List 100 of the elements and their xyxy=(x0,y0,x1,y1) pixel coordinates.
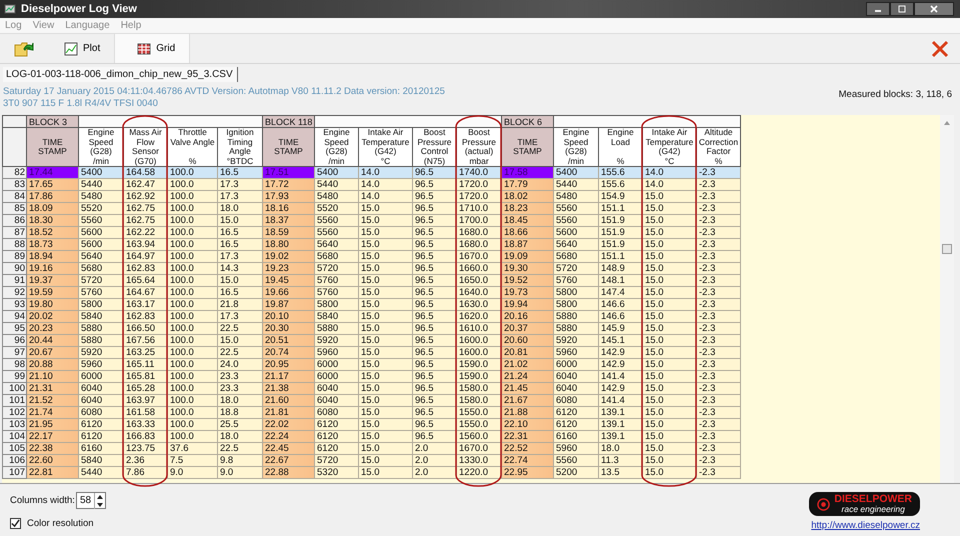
table-cell: 22.74 xyxy=(502,454,554,466)
column-header: Throttle Valve Angle % xyxy=(168,128,218,166)
table-cell: 6040 xyxy=(554,382,598,394)
table-cell: 5440 xyxy=(314,178,358,190)
table-cell: 15.0 xyxy=(358,394,412,406)
table-cell: 100.0 xyxy=(168,226,218,238)
table-cell: 5200 xyxy=(554,466,598,478)
table-cell: 14.3 xyxy=(218,262,262,274)
table-cell: 17.65 xyxy=(26,178,78,190)
table-cell: 18.94 xyxy=(26,250,78,262)
table-cell: 20.95 xyxy=(262,358,314,370)
table-cell: 15.0 xyxy=(358,202,412,214)
view-tab[interactable]: Plot xyxy=(42,34,114,63)
table-cell: -2.3 xyxy=(696,322,740,334)
view-tab[interactable]: Grid xyxy=(114,34,190,63)
website-link[interactable]: http://www.dieselpower.cz xyxy=(811,520,920,531)
table-cell: 9.8 xyxy=(218,454,262,466)
table-cell: 5800 xyxy=(314,298,358,310)
table-cell: 17.86 xyxy=(26,190,78,202)
row-number: 104 xyxy=(2,430,26,442)
table-cell: 18.66 xyxy=(502,226,554,238)
table-cell: 15.0 xyxy=(358,430,412,442)
checkbox[interactable] xyxy=(10,518,21,529)
table-cell: -2.3 xyxy=(696,310,740,322)
table-cell: 5480 xyxy=(314,190,358,202)
table-cell: -2.3 xyxy=(696,466,740,478)
row-number: 97 xyxy=(2,346,26,358)
maximize-button[interactable] xyxy=(890,2,914,16)
row-number: 95 xyxy=(2,322,26,334)
table-cell: 21.95 xyxy=(26,418,78,430)
table-cell: 21.81 xyxy=(262,406,314,418)
row-number: 90 xyxy=(2,262,26,274)
table-cell: -2.3 xyxy=(696,370,740,382)
row-number: 82 xyxy=(2,166,26,178)
table-cell: 19.73 xyxy=(502,286,554,298)
table-cell: 19.87 xyxy=(262,298,314,310)
minimize-button[interactable] xyxy=(866,2,890,16)
table-cell: 5720 xyxy=(314,262,358,274)
row-number: 94 xyxy=(2,310,26,322)
table-cell: 6080 xyxy=(554,394,598,406)
table-cell: 17.93 xyxy=(262,190,314,202)
table-cell: 15.0 xyxy=(358,382,412,394)
table-cell: 17.58 xyxy=(502,166,554,178)
table-cell: 15.0 xyxy=(358,418,412,430)
table-cell: 6120 xyxy=(314,442,358,454)
table-cell: 18.45 xyxy=(502,214,554,226)
scrollbar[interactable] xyxy=(940,115,954,483)
table-cell: 15.0 xyxy=(358,346,412,358)
row-number: 100 xyxy=(2,382,26,394)
row-number: 87 xyxy=(2,226,26,238)
table-cell: 5560 xyxy=(314,226,358,238)
table-cell: 18.0 xyxy=(218,430,262,442)
close-icon xyxy=(929,4,939,14)
row-number: 98 xyxy=(2,358,26,370)
table-cell: 15.0 xyxy=(358,406,412,418)
table-cell: 22.17 xyxy=(26,430,78,442)
column-header: Altitude Correction Factor % xyxy=(696,128,740,166)
table-cell: -2.3 xyxy=(696,202,740,214)
table-cell: 5920 xyxy=(314,334,358,346)
table-cell: -2.3 xyxy=(696,262,740,274)
table-cell: -2.3 xyxy=(696,358,740,370)
table-cell: 100.0 xyxy=(168,334,218,346)
table-cell: 22.24 xyxy=(262,430,314,442)
column-header: Intake Air Temperature (G42) °C xyxy=(642,128,696,166)
table-cell: 17.79 xyxy=(502,178,554,190)
table-cell: 20.74 xyxy=(262,346,314,358)
table-cell: 18.16 xyxy=(262,202,314,214)
table-cell: 5560 xyxy=(554,214,598,226)
table-cell: 100.0 xyxy=(168,238,218,250)
table-cell: -2.3 xyxy=(696,454,740,466)
block-label: BLOCK 118 xyxy=(262,116,314,128)
table-cell: 9.0 xyxy=(168,466,218,478)
table-cell: 14.0 xyxy=(358,178,412,190)
table-cell: 100.0 xyxy=(168,322,218,334)
table-cell: 6120 xyxy=(314,418,358,430)
table-cell: 16.5 xyxy=(218,226,262,238)
table-cell: -2.3 xyxy=(696,166,740,178)
table-cell: 18.52 xyxy=(26,226,78,238)
row-number: 85 xyxy=(2,202,26,214)
row-number: 101 xyxy=(2,394,26,406)
table-cell: 22.5 xyxy=(218,322,262,334)
maximize-icon xyxy=(897,4,907,14)
table-cell: 21.74 xyxy=(26,406,78,418)
table-cell: 17.3 xyxy=(218,190,262,202)
columns-width-spinner[interactable]: 58 xyxy=(76,492,106,509)
file-tab[interactable]: LOG-01-003-118-006_dimon_chip_new_95_3.CSV xyxy=(3,67,238,82)
table-cell: 100.0 xyxy=(168,418,218,430)
table-cell: 18.87 xyxy=(502,238,554,250)
table-cell: 100.0 xyxy=(168,394,218,406)
table-cell: 19.02 xyxy=(262,250,314,262)
scroll-thumb[interactable] xyxy=(942,244,952,254)
table-cell: 15.0 xyxy=(358,442,412,454)
close-icon xyxy=(930,38,950,58)
table-cell: 6040 xyxy=(314,394,358,406)
row-number: 103 xyxy=(2,418,26,430)
table-cell: 17.72 xyxy=(262,178,314,190)
table-cell: -2.3 xyxy=(696,346,740,358)
table-cell: 100.0 xyxy=(168,250,218,262)
close-button[interactable] xyxy=(914,2,954,16)
table-cell: 6040 xyxy=(554,370,598,382)
